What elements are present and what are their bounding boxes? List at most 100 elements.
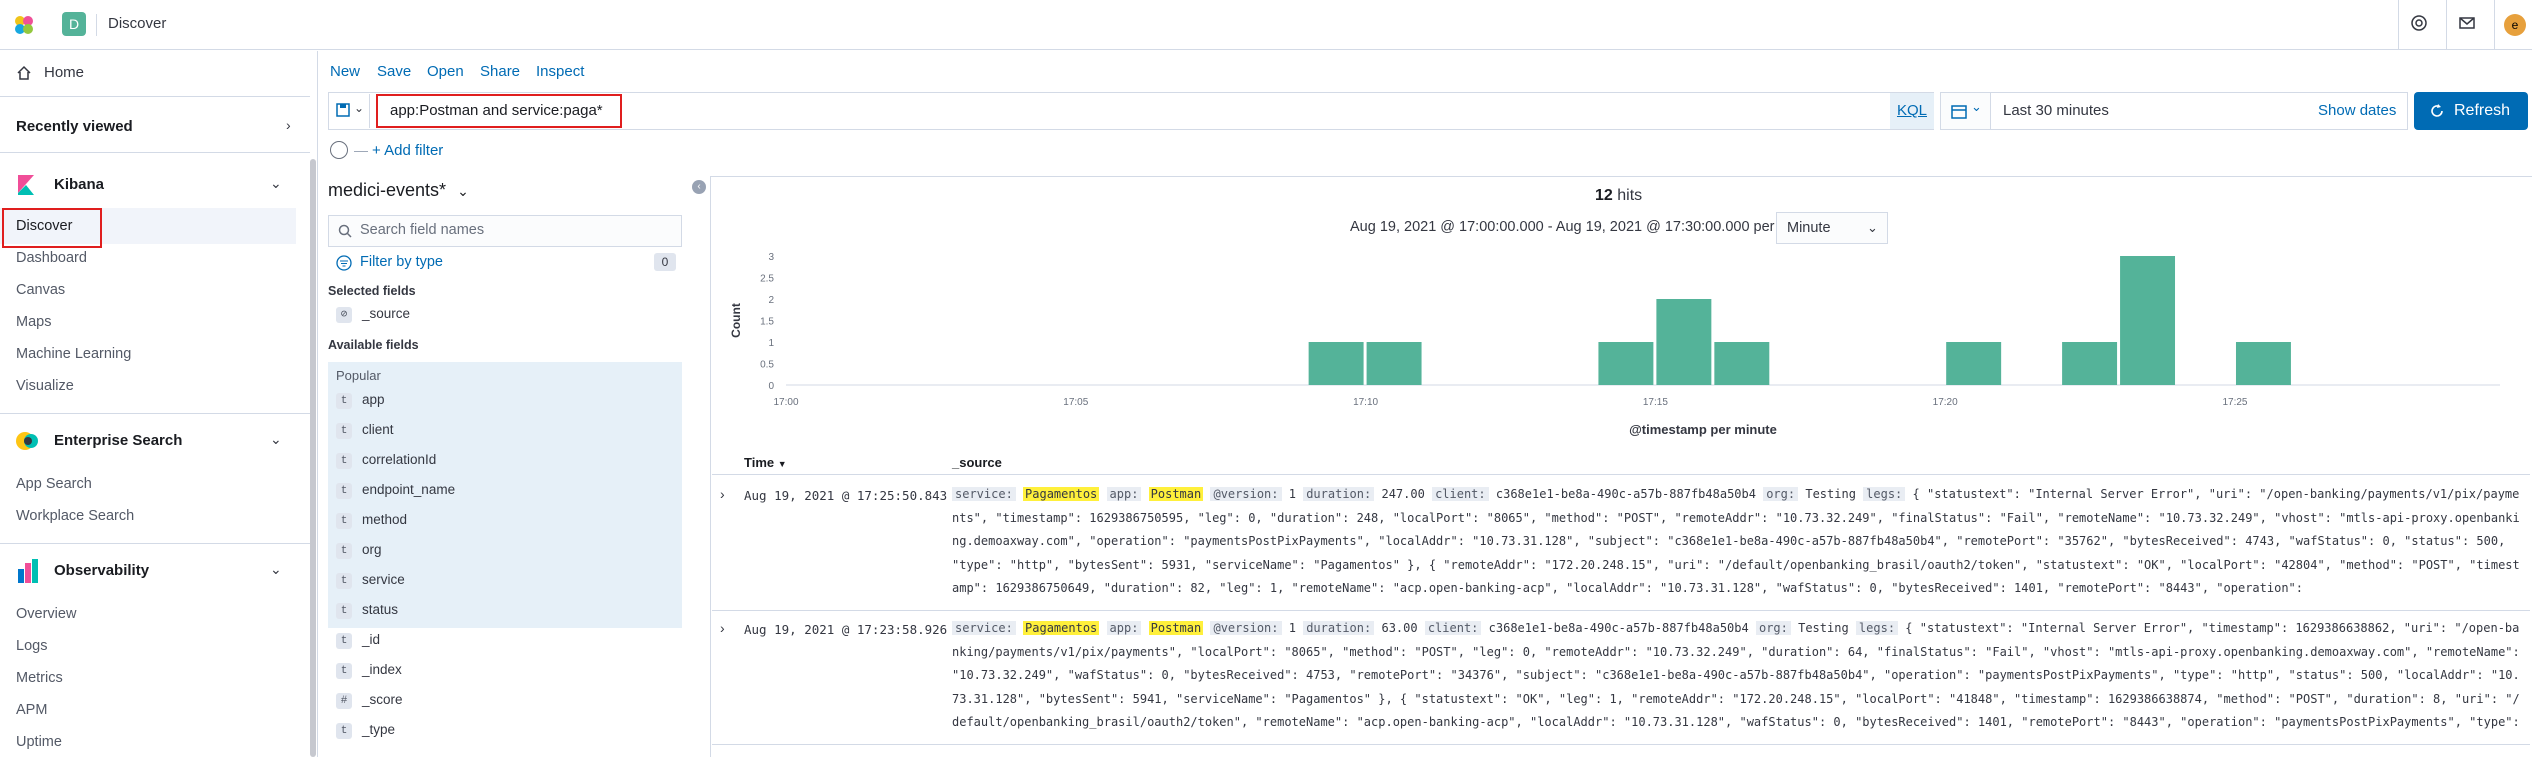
- refresh-icon: [2431, 104, 2443, 117]
- time-range-label: Aug 19, 2021 @ 17:00:00.000 - Aug 19, 20…: [1350, 219, 1775, 235]
- chevron-down-icon[interactable]: ⌄: [270, 175, 282, 192]
- help-icon[interactable]: [2408, 14, 2430, 36]
- observability-section-header[interactable]: Observability: [54, 562, 149, 579]
- annotation-highlight-box: [2, 208, 102, 248]
- source-field-key: @version:: [1210, 621, 1282, 635]
- field-search-placeholder: Search field names: [360, 222, 485, 238]
- saved-query-button[interactable]: ⌄: [330, 94, 370, 128]
- histogram-bar: [1308, 342, 1364, 385]
- interval-select[interactable]: Minute ⌄: [1776, 212, 1888, 244]
- filter-count-badge: 0: [654, 253, 676, 271]
- elastic-logo-icon[interactable]: [12, 13, 36, 37]
- field-type-icon: ⊘: [336, 307, 352, 323]
- new-button[interactable]: New: [330, 63, 360, 80]
- field-name: correlationId: [362, 452, 437, 467]
- kibana-section-header[interactable]: Kibana: [54, 176, 104, 193]
- x-tick-label: 17:20: [1933, 397, 1958, 408]
- selected-fields-header: Selected fields: [328, 284, 416, 298]
- source-field-key: client:: [1424, 621, 1482, 635]
- field-type-icon: t: [336, 573, 352, 589]
- nav-item-logs[interactable]: Logs: [16, 638, 47, 654]
- field-name: _type: [362, 722, 396, 737]
- histogram-bar: [2062, 342, 2118, 385]
- share-button[interactable]: Share: [480, 63, 520, 80]
- nav-item-workplace-search[interactable]: Workplace Search: [16, 508, 134, 524]
- nav-item-overview[interactable]: Overview: [16, 606, 76, 622]
- nav-item-visualize[interactable]: Visualize: [16, 378, 74, 394]
- index-pattern-selector[interactable]: medici-events* ⌄: [328, 180, 469, 201]
- show-dates-button[interactable]: Show dates: [2318, 102, 2396, 119]
- y-tick-label: 1.5: [760, 317, 774, 328]
- column-header-source: _source: [952, 455, 1002, 470]
- nav-item-machine-learning[interactable]: Machine Learning: [16, 346, 131, 362]
- source-field-value: 247.00: [1381, 487, 1425, 501]
- field-type-icon: t: [336, 423, 352, 439]
- sort-down-icon[interactable]: ▼: [778, 459, 787, 469]
- field-name: _id: [362, 632, 381, 647]
- nav-item-metrics[interactable]: Metrics: [16, 670, 63, 686]
- row-timestamp: Aug 19, 2021 @ 17:25:50.843: [744, 488, 948, 503]
- source-field-value: Testing: [1805, 487, 1856, 501]
- field-name: _source: [362, 306, 411, 321]
- divider: [2398, 0, 2399, 50]
- nav-item-uptime[interactable]: Uptime: [16, 734, 62, 750]
- nav-home[interactable]: Home: [44, 64, 84, 81]
- nav-scrollbar[interactable]: [310, 159, 316, 757]
- add-filter-button[interactable]: + Add filter: [372, 142, 443, 159]
- nav-item-app-search[interactable]: App Search: [16, 476, 92, 492]
- kibana-logo-icon: [18, 175, 34, 195]
- field-name: client: [362, 422, 394, 437]
- x-tick-label: 17:10: [1353, 397, 1378, 408]
- inspect-button[interactable]: Inspect: [536, 63, 584, 80]
- nav-item-canvas[interactable]: Canvas: [16, 282, 65, 298]
- newsfeed-mail-icon[interactable]: [2456, 14, 2478, 36]
- expand-row-chevron-icon[interactable]: ›: [720, 486, 725, 502]
- refresh-button[interactable]: Refresh: [2414, 92, 2528, 130]
- enterprise-search-section-header[interactable]: Enterprise Search: [54, 432, 182, 449]
- filter-options-icon[interactable]: [330, 141, 348, 159]
- source-field-key: org:: [1755, 621, 1791, 635]
- histogram-bar: [1598, 342, 1654, 385]
- row-source-document: service: Pagamentos app: Postman @versio…: [952, 617, 2524, 735]
- x-axis-label: @timestamp per minute: [1629, 422, 1777, 437]
- nav-item-apm[interactable]: APM: [16, 702, 47, 718]
- x-tick-label: 17:15: [1643, 397, 1668, 408]
- source-field-value: Testing: [1798, 621, 1849, 635]
- column-header-time[interactable]: Time ▼: [744, 455, 787, 470]
- source-field-key: legs:: [1855, 621, 1899, 635]
- collapse-sidebar-icon[interactable]: ‹: [692, 180, 706, 194]
- date-range-text[interactable]: Last 30 minutes: [2003, 102, 2109, 119]
- hit-count-number: 12: [1595, 187, 1613, 204]
- chevron-right-icon[interactable]: ›: [286, 117, 291, 133]
- field-name: service: [362, 572, 405, 587]
- space-avatar[interactable]: D: [62, 12, 86, 36]
- divider: [2494, 0, 2495, 50]
- field-name: app: [362, 392, 385, 407]
- save-button[interactable]: Save: [377, 63, 411, 80]
- filter-by-type-button[interactable]: Filter by type: [360, 254, 443, 270]
- quick-menu-button[interactable]: ⌄: [1941, 93, 1991, 129]
- source-field-key: app:: [1106, 487, 1142, 501]
- user-avatar[interactable]: e: [2504, 14, 2526, 36]
- nav-item-dashboard[interactable]: Dashboard: [16, 250, 87, 266]
- expand-row-chevron-icon[interactable]: ›: [720, 620, 725, 636]
- histogram-chart: 0 0.5 1 1.5 2 2.5 3 Count 17:00 17:05 17:10 17:15 17…: [729, 252, 2500, 437]
- nav-item-maps[interactable]: Maps: [16, 314, 51, 330]
- chevron-down-icon[interactable]: ⌄: [270, 561, 282, 578]
- chevron-down-icon: ⌄: [1971, 99, 1982, 114]
- field-type-icon: t: [336, 453, 352, 469]
- recently-viewed-header[interactable]: Recently viewed: [16, 118, 133, 135]
- open-button[interactable]: Open: [427, 63, 464, 80]
- chevron-down-icon[interactable]: ⌄: [270, 431, 282, 448]
- source-field-value: 1: [1288, 487, 1296, 501]
- highlighted-match: Postman: [1148, 487, 1204, 501]
- y-tick-label: 3: [768, 252, 774, 263]
- enterprise-search-logo-icon: [16, 432, 38, 450]
- filter-separator: —: [354, 142, 368, 158]
- highlighted-match: Postman: [1148, 621, 1204, 635]
- divider: [2446, 0, 2447, 50]
- top-header: D Discover e: [0, 0, 2532, 50]
- kql-toggle[interactable]: KQL: [1890, 93, 1934, 129]
- source-field-value: 1: [1288, 621, 1296, 635]
- field-type-icon: t: [336, 723, 352, 739]
